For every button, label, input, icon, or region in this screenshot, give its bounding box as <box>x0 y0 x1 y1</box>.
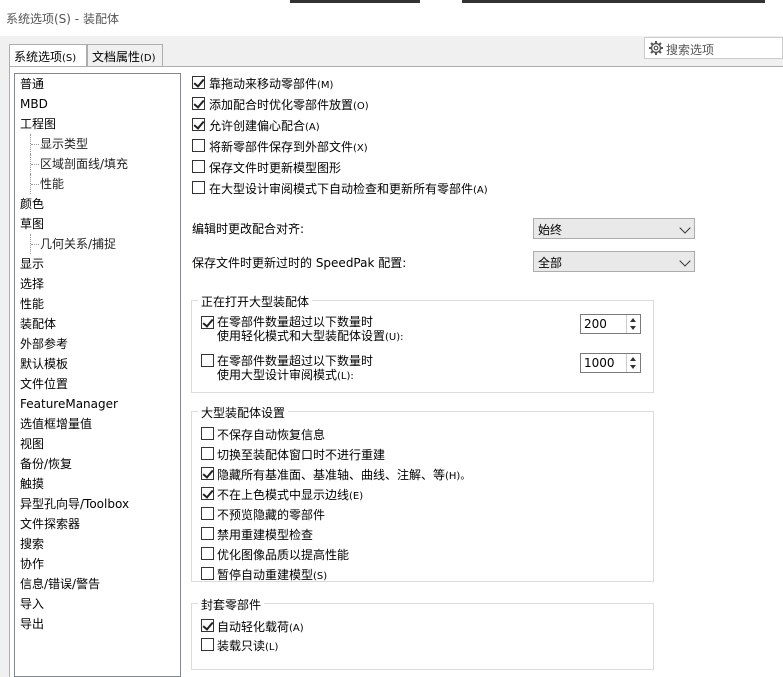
no-rebuild-on-switch-checkbox[interactable] <box>201 447 214 460</box>
option-label: 使用轻化模式和大型装配体设置(U): <box>217 329 404 343</box>
use-lddr-mode-checkbox[interactable] <box>201 354 214 367</box>
nav-item-touch[interactable]: 触摸 <box>20 474 44 494</box>
nav-item-display-style[interactable]: 显示类型 <box>28 134 88 154</box>
nav-item-file-explorer[interactable]: 文件探索器 <box>20 514 80 534</box>
nav-item-import[interactable]: 导入 <box>20 594 44 614</box>
nav-item-spin-box-increments[interactable]: 选值框增量值 <box>20 414 92 434</box>
spin-up-icon[interactable] <box>630 357 636 361</box>
nav-item-collaboration[interactable]: 协作 <box>20 554 44 574</box>
nav-item-performance[interactable]: 性能 <box>20 294 44 314</box>
spinner-buttons[interactable] <box>626 315 640 333</box>
option-label: 添加配合时优化零部件放置(O) <box>209 98 369 112</box>
no-preview-hidden-checkbox[interactable] <box>201 507 214 520</box>
allow-misaligned-mates-checkbox[interactable] <box>192 118 205 131</box>
optimize-image-quality-checkbox[interactable] <box>201 547 214 560</box>
option-label: 禁用重建模型检查 <box>217 528 314 542</box>
search-placeholder: 搜索选项 <box>666 43 715 57</box>
nav-item-messages-errors-warnings[interactable]: 信息/错误/警告 <box>20 574 100 594</box>
spinner-value: 1000 <box>584 356 615 370</box>
option-label: 在大型设计审阅模式下自动检查和更新所有零部件(A) <box>209 182 488 196</box>
spinner-buttons[interactable] <box>626 354 640 372</box>
large-open-group-title: 正在打开大型装配体 <box>198 293 313 310</box>
nav-item-default-templates[interactable]: 默认模板 <box>20 354 68 374</box>
tab-shortcut: (D) <box>140 53 156 64</box>
nav-item-area-hatch[interactable]: 区域剖面线/填充 <box>28 154 128 174</box>
nav-item-featuremanager[interactable]: FeatureManager <box>20 394 118 414</box>
nav-item-drawing-performance[interactable]: 性能 <box>28 174 64 194</box>
option-label: 切换至装配体窗口时不进行重建 <box>217 448 386 462</box>
option-label: 不在上色模式中显示边线(E) <box>217 488 364 502</box>
nav-item-mbd[interactable]: MBD <box>20 94 48 114</box>
nav-item-external-references[interactable]: 外部参考 <box>20 334 68 354</box>
disable-verification-checkbox[interactable] <box>201 527 214 540</box>
search-options-box[interactable]: 搜索选项 <box>644 37 783 59</box>
no-edges-in-shaded-checkbox[interactable] <box>201 487 214 500</box>
option-label: 装载只读(L) <box>217 639 279 653</box>
large-settings-group-title: 大型装配体设置 <box>198 404 289 421</box>
gear-icon <box>649 41 663 55</box>
save-new-components-external-checkbox[interactable] <box>192 139 205 152</box>
nav-item-selection[interactable]: 选择 <box>20 274 44 294</box>
hide-planes-axes-checkbox[interactable] <box>201 467 214 480</box>
tab-shortcut: (S) <box>62 53 77 64</box>
spin-up-icon[interactable] <box>630 318 636 322</box>
spin-down-icon[interactable] <box>630 326 636 330</box>
nav-item-export[interactable]: 导出 <box>20 614 44 634</box>
option-label: 不保存自动恢复信息 <box>217 428 326 442</box>
spinner-value: 200 <box>584 317 607 331</box>
update-model-graphics-checkbox[interactable] <box>192 160 205 173</box>
tab-label: 系统选项 <box>14 50 63 64</box>
nav-item-hole-wizard-toolbox[interactable]: 异型孔向导/Toolbox <box>20 494 129 514</box>
nav-item-drawings[interactable]: 工程图 <box>20 114 56 134</box>
auto-check-update-lddr-checkbox[interactable] <box>192 181 205 194</box>
nav-item-view[interactable]: 视图 <box>20 434 44 454</box>
tab-label: 文档属性 <box>92 50 141 64</box>
suspend-auto-rebuild-checkbox[interactable] <box>201 567 214 580</box>
option-label: 允许创建偏心配合(A) <box>209 119 320 133</box>
tab-document-properties[interactable]: 文档属性(D) <box>87 44 163 66</box>
option-label: 将新零部件保存到外部文件(X) <box>209 140 368 154</box>
use-large-assembly-mode-checkbox[interactable] <box>201 316 214 329</box>
window-title: 系统选项(S) - 装配体 <box>6 12 119 26</box>
optimize-placement-checkbox[interactable] <box>192 97 205 110</box>
speedpak-update-label: 保存文件时更新过时的 SpeedPak 配置: <box>192 256 407 270</box>
chevron-down-icon <box>679 222 691 234</box>
nav-item-assemblies[interactable]: 装配体 <box>20 314 57 334</box>
option-label: 隐藏所有基准面、基准轴、曲线、注解、等(H)。 <box>217 468 471 482</box>
nav-item-backup-recover[interactable]: 备份/恢复 <box>20 454 72 474</box>
nav-item-search[interactable]: 搜索 <box>20 534 44 554</box>
title-bar: 系统选项(S) - 装配体 <box>0 0 783 36</box>
drag-move-components-checkbox[interactable] <box>192 76 205 89</box>
mate-alignment-label: 编辑时更改配合对齐: <box>192 222 305 236</box>
tab-system-options[interactable]: 系统选项(S) <box>9 44 87 67</box>
mate-alignment-select[interactable]: 始终 <box>533 218 695 239</box>
option-label: 使用大型设计审阅模式(L): <box>217 368 354 382</box>
spin-down-icon[interactable] <box>630 365 636 369</box>
option-label: 不预览隐藏的零部件 <box>217 508 326 522</box>
envelope-group-title: 封套零部件 <box>198 596 265 613</box>
large-assembly-threshold-spinner[interactable]: 200 <box>580 314 641 334</box>
chevron-down-icon <box>679 255 691 267</box>
option-label: 暂停自动重建模型(S) <box>217 568 328 582</box>
options-nav-tree[interactable]: 普通 MBD 工程图 显示类型 区域剖面线/填充 性能 颜色 草图 几何关系/捕… <box>14 73 181 677</box>
auto-lightweight-checkbox[interactable] <box>201 619 214 632</box>
option-label: 保存文件时更新模型图形 <box>209 161 342 175</box>
select-value: 始终 <box>538 223 563 237</box>
speedpak-update-select[interactable]: 全部 <box>533 251 695 272</box>
nav-item-display[interactable]: 显示 <box>20 254 44 274</box>
nav-item-file-locations[interactable]: 文件位置 <box>20 374 68 394</box>
nav-item-sketch[interactable]: 草图 <box>20 214 44 234</box>
nav-item-colors[interactable]: 颜色 <box>20 194 44 214</box>
nav-item-general[interactable]: 普通 <box>20 74 44 94</box>
no-autorecover-checkbox[interactable] <box>201 427 214 440</box>
lddr-threshold-spinner[interactable]: 1000 <box>580 353 641 373</box>
option-label: 自动轻化载荷(A) <box>217 620 304 634</box>
nav-item-relations-snaps[interactable]: 几何关系/捕捉 <box>28 234 116 254</box>
top-edge-line <box>290 0 765 3</box>
option-label: 靠拖动来移动零部件(M) <box>209 77 334 91</box>
load-read-only-checkbox[interactable] <box>201 638 214 651</box>
option-label: 优化图像品质以提高性能 <box>217 548 350 562</box>
select-value: 全部 <box>538 256 563 270</box>
